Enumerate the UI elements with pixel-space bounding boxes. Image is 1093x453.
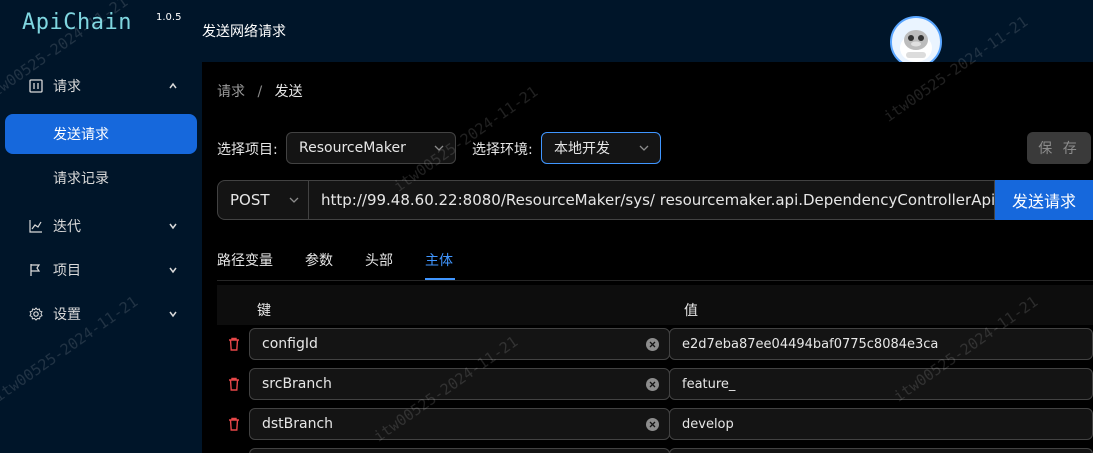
sidebar-item-project[interactable]: 项目: [0, 250, 202, 290]
chevron-down-icon: [166, 219, 180, 233]
clear-icon[interactable]: [646, 338, 659, 351]
delete-icon[interactable]: [226, 416, 242, 432]
chevron-down-icon: [434, 145, 444, 151]
value-input[interactable]: feature_: [669, 368, 1093, 400]
env-select[interactable]: 本地开发: [541, 132, 661, 164]
main-content: 请求 / 发送 选择项目: ResourceMaker 选择环境: 本地开发 保…: [202, 62, 1093, 453]
project-label: 选择项目:: [217, 142, 278, 158]
sidebar-item-label: 项目: [53, 263, 81, 279]
breadcrumb-parent[interactable]: 请求: [217, 84, 245, 100]
sidebar-subitem-label: 请求记录: [53, 171, 109, 187]
env-label: 选择环境:: [472, 142, 533, 158]
sidebar: ApiChain 1.0.5 请求 发送请求 请求记录 迭代 项目 设置: [0, 0, 202, 453]
table-header: [217, 285, 1093, 325]
flag-icon: [28, 262, 44, 278]
chevron-up-icon: [166, 79, 180, 93]
delete-icon[interactable]: [226, 376, 242, 392]
chevron-down-icon: [289, 197, 299, 203]
tab-path-variables[interactable]: 路径变量: [217, 250, 273, 270]
chevron-down-icon: [166, 307, 180, 321]
sidebar-item-iteration[interactable]: 迭代: [0, 206, 202, 246]
method-select[interactable]: POST: [217, 180, 309, 220]
request-icon: [28, 78, 44, 94]
sidebar-subitem-request-history[interactable]: 请求记录: [5, 158, 197, 198]
tab-headers[interactable]: 头部: [365, 250, 393, 270]
key-input[interactable]: srcBranch: [249, 368, 670, 400]
column-header-key: 键: [257, 303, 271, 319]
page-title: 发送网络请求: [202, 24, 286, 40]
sidebar-item-label: 设置: [53, 307, 81, 323]
avatar[interactable]: [890, 16, 942, 68]
value-input[interactable]: develop: [669, 408, 1093, 440]
column-header-value: 值: [684, 303, 698, 319]
clear-icon[interactable]: [646, 418, 659, 431]
method-value: POST: [230, 191, 270, 209]
delete-icon[interactable]: [226, 336, 242, 352]
save-button[interactable]: 保 存: [1027, 132, 1091, 164]
sidebar-item-request[interactable]: 请求: [0, 66, 202, 106]
tab-body[interactable]: 主体: [425, 250, 453, 270]
key-input[interactable]: dstBranch: [249, 408, 670, 440]
key-input-value: srcBranch: [262, 376, 332, 392]
chart-icon: [28, 218, 44, 234]
app-logo: ApiChain: [22, 10, 132, 35]
tab-params[interactable]: 参数: [305, 250, 333, 270]
key-input[interactable]: [249, 448, 670, 453]
key-input-value: dstBranch: [262, 416, 334, 432]
key-input[interactable]: configId: [249, 328, 670, 360]
url-input[interactable]: http://99.48.60.22:8080/ResourceMaker/sy…: [309, 180, 995, 220]
chevron-down-icon: [639, 145, 649, 151]
env-select-value: 本地开发: [554, 141, 610, 157]
active-tab-indicator: [425, 278, 455, 280]
app-version: 1.0.5: [156, 12, 182, 23]
value-input[interactable]: [669, 448, 1093, 453]
penguin-avatar-icon: [900, 30, 932, 62]
breadcrumb-current: 发送: [274, 84, 303, 100]
clear-icon[interactable]: [646, 378, 659, 391]
breadcrumb: 请求 / 发送: [217, 81, 303, 101]
key-input-value: configId: [262, 336, 318, 352]
sidebar-item-settings[interactable]: 设置: [0, 294, 202, 334]
send-request-button[interactable]: 发送请求: [995, 180, 1093, 220]
breadcrumb-separator: /: [257, 84, 263, 100]
chevron-down-icon: [166, 263, 180, 277]
sidebar-item-label: 迭代: [53, 219, 81, 235]
sidebar-item-label: 请求: [53, 79, 81, 95]
gear-icon: [28, 306, 44, 322]
project-select[interactable]: ResourceMaker: [286, 132, 456, 164]
value-input[interactable]: e2d7eba87ee04494baf0775c8084e3ca: [669, 328, 1093, 360]
sidebar-subitem-send-request[interactable]: 发送请求: [5, 114, 197, 154]
sidebar-subitem-label: 发送请求: [53, 127, 109, 143]
project-select-value: ResourceMaker: [299, 140, 406, 156]
tabs-divider: [217, 280, 1093, 281]
header: 发送网络请求: [202, 0, 1093, 68]
